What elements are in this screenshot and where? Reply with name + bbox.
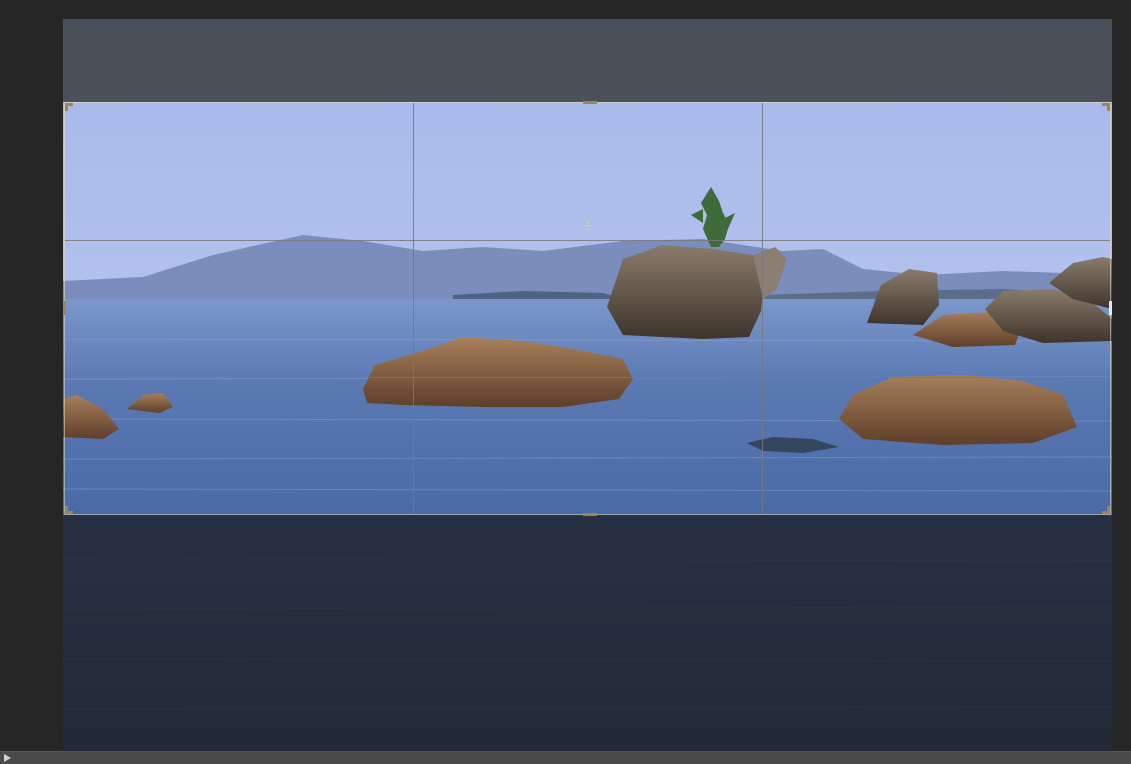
crop-handle-top-right[interactable] (65, 111, 73, 119)
crop-handle-top[interactable] (583, 101, 597, 104)
thirds-grid-line-vertical-2 (762, 103, 763, 514)
status-bar (0, 751, 1131, 764)
thirds-grid-line-vertical-1 (413, 103, 414, 514)
crop-shield-top (63, 19, 1112, 102)
crop-shield-bottom (63, 515, 1112, 751)
crop-handle-top-left[interactable] (65, 103, 73, 111)
triangle-right-icon[interactable] (4, 754, 11, 762)
crosshair-icon (583, 220, 595, 232)
crop-handle-bottom[interactable] (583, 513, 597, 516)
crop-box[interactable] (63, 101, 1112, 516)
crop-handle-bottom-left[interactable] (65, 119, 73, 127)
thirds-grid-line-horizontal-1 (65, 240, 1110, 241)
canvas-area[interactable] (63, 19, 1112, 751)
thirds-grid-line-horizontal-2 (65, 377, 1110, 378)
crop-handle-bottom-right[interactable] (65, 127, 73, 135)
crop-handle-left[interactable] (63, 301, 66, 315)
workspace (0, 0, 1131, 764)
canvas-right-gutter (1112, 0, 1131, 751)
